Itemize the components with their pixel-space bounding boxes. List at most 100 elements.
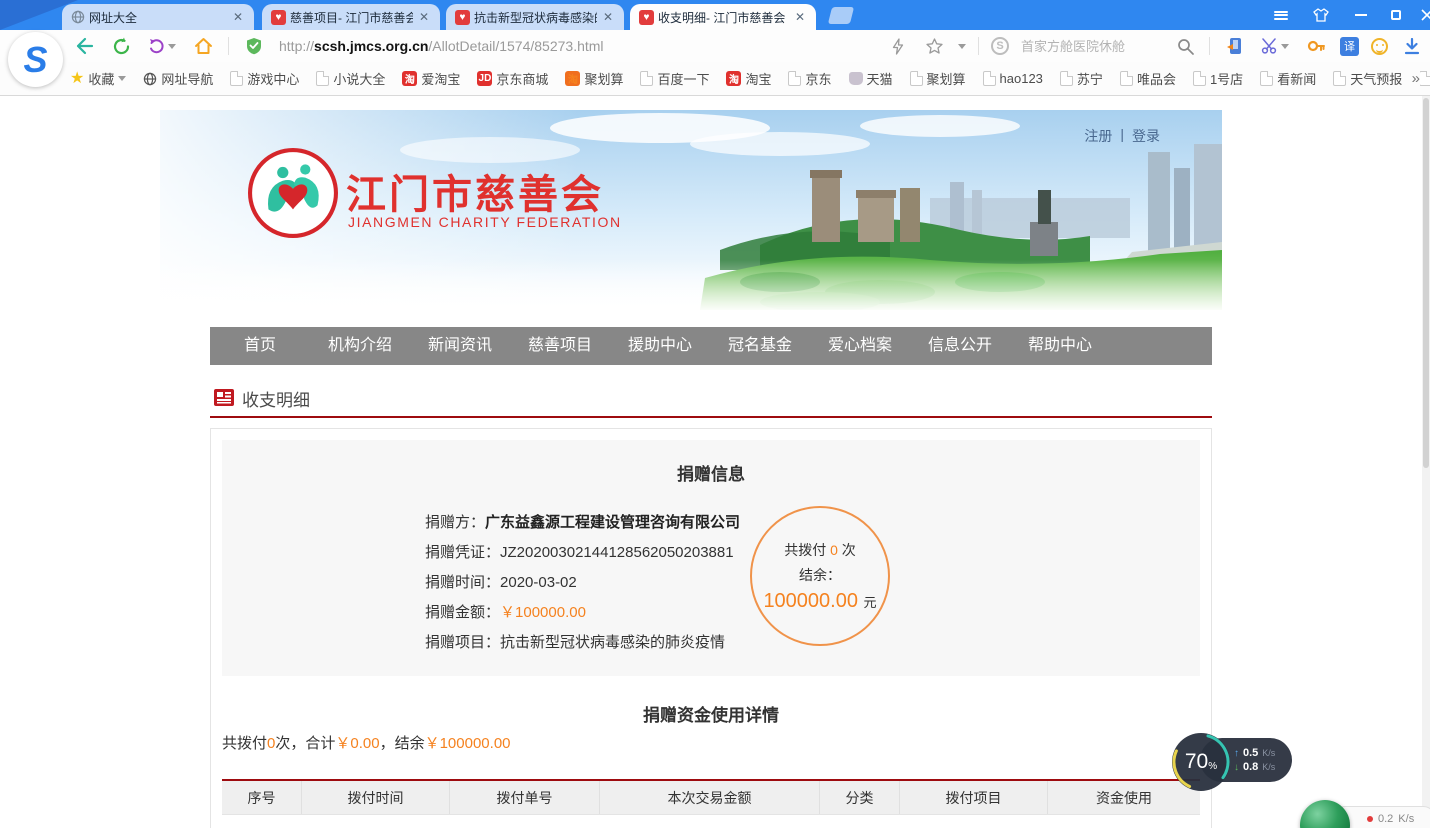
charity-logo-icon[interactable] (248, 148, 338, 238)
web-page: 江门市慈善会 JIANGMEN CHARITY FEDERATION 注册 | … (0, 96, 1422, 828)
favorites-menu[interactable]: ★ 收藏 (70, 69, 126, 88)
charity-favicon-icon: ♥ (639, 10, 654, 25)
new-tab-button[interactable] (828, 7, 854, 24)
row-value: ￥100000.00 (500, 604, 586, 621)
download-icon[interactable] (1400, 34, 1424, 58)
bookmark-label: 聚划算 (927, 69, 966, 88)
tab-close-icon[interactable]: ✕ (417, 10, 431, 24)
send-to-phone-icon[interactable] (1222, 34, 1246, 58)
bookmark-label: 百度一下 (657, 69, 709, 88)
bookmark-star-icon[interactable] (922, 34, 946, 58)
nav-aid-center[interactable]: 援助中心 (610, 327, 710, 365)
bookmark-item[interactable]: JD京东商城 (477, 69, 548, 88)
login-link[interactable]: 登录 (1132, 126, 1160, 146)
jd-icon: JD (477, 71, 492, 86)
percent-sign: % (1208, 761, 1217, 772)
nav-projects[interactable]: 慈善项目 (510, 327, 610, 365)
bookmarks-bar: ★ 收藏 网址导航 游戏中心 小说大全 淘爱淘宝 JD京东商城 淘聚划算 百度一… (0, 62, 1430, 96)
close-button[interactable] (1418, 7, 1430, 23)
bookmark-item[interactable]: 游戏中心 (230, 69, 299, 88)
quick-launch-lightning-icon[interactable] (886, 34, 910, 58)
nav-home[interactable]: 首页 (210, 327, 310, 365)
nav-love-archive[interactable]: 爱心档案 (810, 327, 910, 365)
tab-allot-detail-active[interactable]: ♥ 收支明细- 江门市慈善会 ✕ (630, 4, 816, 30)
bookmark-item[interactable]: 京东 (788, 69, 831, 88)
page-scrollbar[interactable] (1422, 96, 1430, 828)
balance-amount-line: 100000.00 元 (763, 590, 876, 613)
bookmark-item[interactable]: 淘淘宝 (726, 69, 771, 88)
bookmark-caret-icon[interactable] (958, 44, 966, 49)
row-label: 捐赠时间： (425, 574, 500, 591)
undo-button[interactable] (146, 34, 178, 58)
bookmark-item[interactable]: 百度一下 (640, 69, 709, 88)
donation-row-date: 捐赠时间：2020-03-02 (425, 568, 740, 598)
col-seq: 序号 (222, 781, 302, 814)
bookmark-item[interactable]: 淘爱淘宝 (402, 69, 460, 88)
allot-label: 共拨付 (784, 542, 826, 558)
search-magnifier-icon[interactable] (1173, 34, 1197, 58)
search-input[interactable] (1021, 39, 1161, 54)
globe-icon (71, 10, 85, 24)
more-bookmarks-chevron[interactable]: » (1406, 70, 1420, 87)
bookmark-item[interactable]: 1号店 (1193, 69, 1243, 88)
scrollbar-thumb[interactable] (1423, 98, 1429, 468)
password-key-icon[interactable] (1304, 34, 1328, 58)
bookmark-item[interactable]: hao123 (983, 71, 1043, 86)
divider (978, 37, 979, 55)
restore-button[interactable] (1387, 7, 1405, 23)
nav-about[interactable]: 机构介绍 (310, 327, 410, 365)
col-project: 拨付项目 (900, 781, 1048, 814)
home-button[interactable] (191, 34, 215, 58)
minimize-button[interactable] (1352, 7, 1370, 23)
bookmark-item[interactable]: 小说大全 (316, 69, 385, 88)
refresh-button[interactable] (109, 34, 133, 58)
tab-close-icon[interactable]: ✕ (793, 10, 807, 24)
register-link[interactable]: 注册 (1084, 126, 1112, 146)
feedback-smiley-icon[interactable] (1371, 38, 1388, 55)
bookmark-label: 苏宁 (1077, 69, 1103, 88)
bookmark-item[interactable]: 影视大全 (1419, 69, 1430, 88)
download-arrow-icon: ↓ (1234, 762, 1239, 773)
row-value: JZ20200302144128562050203881 (500, 544, 734, 561)
menu-icon[interactable] (1272, 7, 1290, 23)
nav-named-funds[interactable]: 冠名基金 (710, 327, 810, 365)
site-title: 江门市慈善会 (346, 162, 604, 220)
nav-help-center[interactable]: 帮助中心 (1010, 327, 1110, 365)
bookmark-item[interactable]: 看新闻 (1260, 69, 1316, 88)
memory-percent-widget[interactable]: 70% (1170, 731, 1232, 793)
screenshot-scissors-icon[interactable] (1258, 34, 1292, 58)
bookmark-item[interactable]: 天猫 (849, 69, 893, 88)
address-bar[interactable]: http://scsh.jmcs.org.cn/AllotDetail/1574… (279, 38, 604, 54)
col-allot-time: 拨付时间 (302, 781, 450, 814)
bookmark-item[interactable]: 网址导航 (143, 69, 213, 88)
tab-close-icon[interactable]: ✕ (601, 10, 615, 24)
summary-text: 次，合计 (275, 735, 335, 752)
bookmark-item[interactable]: 苏宁 (1060, 69, 1103, 88)
title-underline (210, 416, 1212, 418)
bookmark-label: 淘宝 (745, 69, 771, 88)
site-safety-shield-icon[interactable] (242, 34, 266, 58)
tab-site-nav[interactable]: 网址大全 ✕ (62, 4, 254, 30)
bookmark-item[interactable]: 聚划算 (910, 69, 966, 88)
sogou-logo-icon[interactable]: S (8, 32, 63, 87)
bookmark-item[interactable]: 淘聚划算 (565, 69, 623, 88)
tab-covid[interactable]: ♥ 抗击新型冠状病毒感染的 ✕ (446, 4, 624, 30)
upload-arrow-icon: ↑ (1234, 748, 1239, 759)
bookmark-label: 看新闻 (1277, 69, 1316, 88)
bookmark-item[interactable]: 天气预报 (1333, 69, 1402, 88)
back-button[interactable] (72, 34, 96, 58)
translate-icon[interactable]: 译 (1340, 37, 1359, 56)
favorites-caret-icon (118, 76, 126, 81)
tab-charity-project[interactable]: ♥ 慈善项目- 江门市慈善会 ✕ (262, 4, 440, 30)
summary-text: ，结余 (380, 735, 425, 752)
tab-close-icon[interactable]: ✕ (231, 10, 245, 24)
nav-news[interactable]: 新闻资讯 (410, 327, 510, 365)
globe-icon (143, 72, 157, 86)
bookmark-item[interactable]: 唯品会 (1120, 69, 1176, 88)
theme-shirt-icon[interactable] (1312, 7, 1330, 23)
red-dot-icon (1367, 816, 1373, 822)
donation-row-project: 捐赠项目：抗击新型冠状病毒感染的肺炎疫情 (425, 628, 740, 658)
nav-info-disclosure[interactable]: 信息公开 (910, 327, 1010, 365)
taobao-icon: 淘 (726, 71, 741, 86)
balance-amount: 100000.00 (763, 590, 858, 612)
